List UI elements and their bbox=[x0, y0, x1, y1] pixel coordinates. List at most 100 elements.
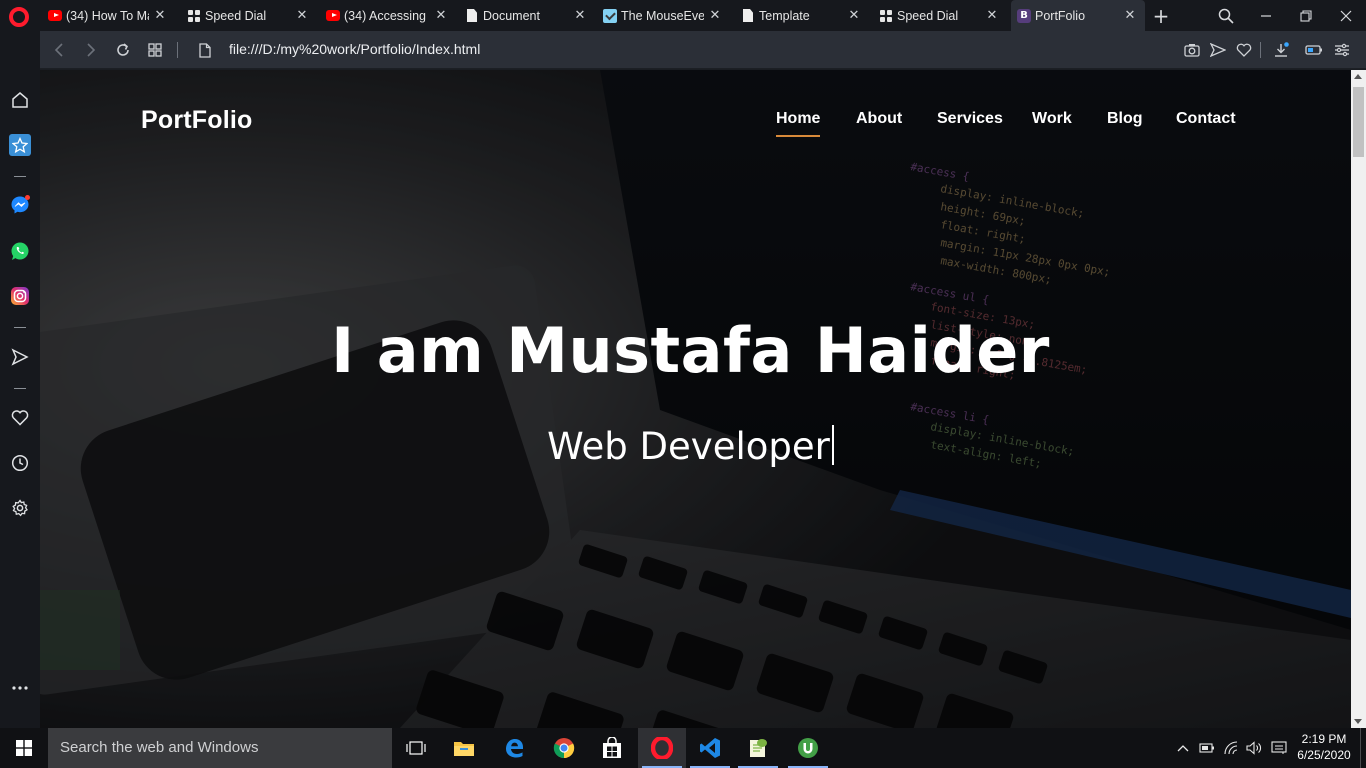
tab-title: Template bbox=[759, 8, 810, 23]
home-icon[interactable] bbox=[9, 89, 31, 111]
hero-subtitle: Web Developer bbox=[547, 425, 830, 468]
more-dots-icon[interactable] bbox=[9, 677, 31, 699]
tab-title: The MouseEven bbox=[621, 8, 704, 23]
toolbar-divider bbox=[177, 42, 178, 58]
windows-taskbar: Search the web and Windows 2:19 PM 6/25/… bbox=[0, 728, 1366, 768]
task-view-icon[interactable] bbox=[392, 728, 440, 768]
site-brand-logo[interactable]: PortFolio bbox=[141, 106, 253, 135]
back-icon[interactable] bbox=[49, 40, 69, 60]
close-icon[interactable]: ✕ bbox=[573, 8, 587, 23]
speed-dial-icon bbox=[187, 9, 201, 23]
tab-youtube-1[interactable]: (34) How To Ma ✕ bbox=[42, 0, 175, 31]
window-close-icon[interactable] bbox=[1336, 6, 1356, 26]
my-flow-icon[interactable] bbox=[9, 346, 31, 368]
file-page-icon[interactable] bbox=[195, 40, 215, 60]
tab-search-icon[interactable] bbox=[1216, 6, 1236, 26]
send-icon[interactable] bbox=[1208, 40, 1228, 60]
snapshot-icon[interactable] bbox=[1182, 40, 1202, 60]
edge-browser-icon[interactable] bbox=[490, 728, 538, 768]
tab-document[interactable]: Document ✕ bbox=[459, 0, 595, 31]
tab-title: (34) Accessing F bbox=[344, 8, 430, 23]
settings-gear-icon[interactable] bbox=[9, 497, 31, 519]
show-desktop-button[interactable] bbox=[1360, 728, 1366, 768]
volume-icon[interactable] bbox=[1245, 738, 1263, 758]
nav-home[interactable]: Home bbox=[776, 110, 821, 137]
bookmarks-heart-icon[interactable] bbox=[9, 407, 31, 429]
windows-logo-icon bbox=[16, 740, 32, 756]
hero-subtitle-typing: Web Developer bbox=[40, 425, 1341, 468]
tab-youtube-2[interactable]: (34) Accessing F ✕ bbox=[320, 0, 456, 31]
whatsapp-icon[interactable] bbox=[9, 240, 31, 262]
web-page: #access { display: inline-block; height:… bbox=[40, 70, 1351, 728]
sidebar-divider bbox=[14, 176, 26, 177]
tab-grid-icon[interactable] bbox=[145, 40, 165, 60]
nav-work[interactable]: Work bbox=[1032, 110, 1072, 128]
mdn-icon bbox=[603, 8, 617, 23]
download-icon[interactable] bbox=[1271, 40, 1291, 60]
keyboard-input-icon[interactable] bbox=[1270, 738, 1288, 758]
restore-icon[interactable] bbox=[1296, 6, 1316, 26]
vscode-icon[interactable] bbox=[686, 728, 734, 768]
close-icon[interactable]: ✕ bbox=[1123, 8, 1137, 23]
wifi-icon[interactable] bbox=[1222, 738, 1240, 758]
clock-time: 2:19 PM bbox=[1301, 732, 1347, 746]
reload-icon[interactable] bbox=[113, 40, 133, 60]
opera-menu-icon[interactable] bbox=[9, 7, 29, 27]
nav-contact[interactable]: Contact bbox=[1176, 110, 1236, 128]
close-icon[interactable]: ✕ bbox=[847, 8, 861, 23]
tab-template[interactable]: Template ✕ bbox=[735, 0, 869, 31]
new-tab-icon[interactable]: + bbox=[1151, 4, 1171, 28]
battery-saver-icon[interactable] bbox=[1304, 40, 1324, 60]
file-explorer-icon[interactable] bbox=[440, 728, 488, 768]
nav-blog[interactable]: Blog bbox=[1107, 110, 1143, 128]
store-icon[interactable] bbox=[588, 728, 636, 768]
sidebar-divider bbox=[14, 388, 26, 389]
screen: (34) How To Ma ✕ Speed Dial ✕ (34) Acces… bbox=[0, 0, 1366, 768]
chrome-icon[interactable] bbox=[540, 728, 588, 768]
easy-setup-icon[interactable] bbox=[1332, 40, 1352, 60]
tab-title: (34) How To Ma bbox=[66, 8, 149, 23]
tray-chevron-up-icon[interactable] bbox=[1174, 738, 1192, 758]
nav-services[interactable]: Services bbox=[937, 110, 1003, 128]
minimize-icon[interactable] bbox=[1256, 6, 1276, 26]
bootstrap-icon: B bbox=[1017, 8, 1031, 23]
tab-title: PortFolio bbox=[1035, 8, 1086, 23]
close-icon[interactable]: ✕ bbox=[153, 8, 167, 23]
tab-portfolio[interactable]: B PortFolio ✕ bbox=[1011, 0, 1145, 31]
close-icon[interactable]: ✕ bbox=[434, 8, 448, 23]
speed-dial-star-icon[interactable] bbox=[9, 134, 31, 156]
start-button[interactable] bbox=[0, 728, 48, 768]
hero-title: I am Mustafa Haider bbox=[331, 314, 1050, 387]
messenger-icon[interactable] bbox=[9, 194, 31, 216]
forward-icon[interactable] bbox=[81, 40, 101, 60]
battery-icon[interactable] bbox=[1198, 738, 1216, 758]
history-clock-icon[interactable] bbox=[9, 452, 31, 474]
typing-caret bbox=[831, 425, 834, 465]
opera-taskbar-icon[interactable] bbox=[638, 728, 686, 768]
scrollbar-thumb[interactable] bbox=[1353, 87, 1364, 157]
tab-title: Speed Dial bbox=[205, 8, 267, 23]
speed-dial-icon bbox=[879, 9, 893, 23]
toolbar-divider bbox=[1260, 42, 1261, 58]
utorrent-icon[interactable] bbox=[784, 728, 832, 768]
hero-background-image: #access { display: inline-block; height:… bbox=[40, 70, 1351, 728]
address-bar: file:///D:/my%20work/Portfolio/Index.htm… bbox=[40, 31, 1366, 69]
scroll-down-arrow-icon[interactable] bbox=[1354, 719, 1362, 724]
taskbar-search-box[interactable]: Search the web and Windows bbox=[48, 728, 392, 768]
system-clock[interactable]: 2:19 PM 6/25/2020 bbox=[1294, 731, 1354, 763]
tab-speed-dial-2[interactable]: Speed Dial ✕ bbox=[873, 0, 1007, 31]
youtube-icon bbox=[326, 9, 340, 23]
clock-date: 6/25/2020 bbox=[1297, 748, 1351, 762]
close-icon[interactable]: ✕ bbox=[295, 8, 309, 23]
scroll-up-arrow-icon[interactable] bbox=[1354, 74, 1362, 79]
bookmark-heart-icon[interactable] bbox=[1234, 40, 1254, 60]
close-icon[interactable]: ✕ bbox=[985, 8, 999, 23]
url-field[interactable]: file:///D:/my%20work/Portfolio/Index.htm… bbox=[229, 41, 480, 57]
notepad-plus-icon[interactable] bbox=[734, 728, 782, 768]
page-scrollbar[interactable] bbox=[1351, 70, 1366, 728]
tab-mouseevent[interactable]: The MouseEven ✕ bbox=[597, 0, 730, 31]
close-icon[interactable]: ✕ bbox=[708, 8, 722, 23]
instagram-icon[interactable] bbox=[9, 285, 31, 307]
nav-about[interactable]: About bbox=[856, 110, 902, 128]
tab-speed-dial-1[interactable]: Speed Dial ✕ bbox=[181, 0, 317, 31]
